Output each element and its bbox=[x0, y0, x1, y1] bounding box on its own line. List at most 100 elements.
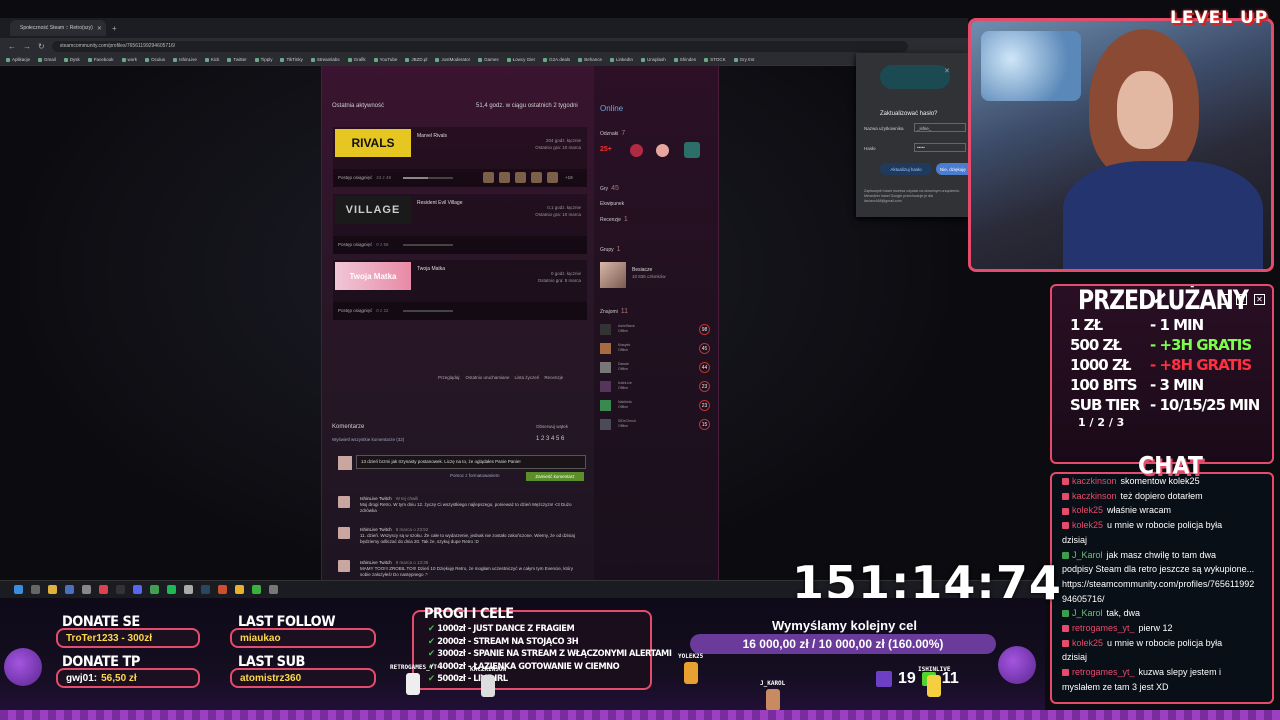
game-capsule[interactable]: VILLAGE bbox=[335, 196, 411, 224]
bookmark-item[interactable]: Games bbox=[478, 57, 499, 62]
comment-pagination[interactable]: 1 2 3 4 5 6 bbox=[536, 436, 564, 442]
taskbar-app-icon[interactable] bbox=[82, 585, 91, 594]
comment-input[interactable]: 13 dzień brzmi jak trzynasty postanowek.… bbox=[356, 455, 586, 469]
bookmark-item[interactable]: Gmail bbox=[38, 57, 56, 62]
bookmark-item[interactable]: IshinLive bbox=[173, 57, 197, 62]
friend-avatar[interactable] bbox=[600, 419, 611, 430]
new-tab-icon[interactable]: + bbox=[112, 24, 117, 33]
taskbar-app-icon[interactable] bbox=[269, 585, 278, 594]
bookmark-item[interactable]: TikTinky bbox=[280, 57, 302, 62]
friend-avatar[interactable] bbox=[600, 400, 611, 411]
password-field[interactable]: ••••• bbox=[914, 143, 966, 152]
chrome-icon[interactable] bbox=[235, 585, 244, 594]
bookmark-item[interactable]: LinkedIn bbox=[610, 57, 633, 62]
inventory-link[interactable]: Ekwipunek bbox=[600, 201, 624, 207]
taskbar-app-icon[interactable] bbox=[65, 585, 74, 594]
folder-icon[interactable] bbox=[48, 585, 57, 594]
game-capsule[interactable]: RIVALS bbox=[335, 129, 411, 157]
friend-avatar[interactable] bbox=[600, 381, 611, 392]
taskbar-app-icon[interactable] bbox=[99, 585, 108, 594]
bookmark-item[interactable]: Grafik bbox=[348, 57, 366, 62]
badge-icon-3[interactable] bbox=[684, 142, 700, 158]
recently-played-link[interactable]: Ostatnio uruchamiane bbox=[466, 375, 510, 380]
close-icon[interactable]: ✕ bbox=[944, 67, 950, 75]
achievement-icon[interactable] bbox=[531, 172, 542, 183]
subscribe-thread[interactable]: Obserwuj wątek bbox=[536, 424, 568, 429]
comment-avatar[interactable] bbox=[338, 560, 350, 572]
achievement-more[interactable]: +19 bbox=[565, 175, 573, 180]
comment-author[interactable]: IshinLive Twitch bbox=[360, 527, 392, 532]
bookmark-item[interactable]: Facebook bbox=[88, 57, 114, 62]
friend-item[interactable]: IshinLive Offline 23 bbox=[600, 381, 712, 393]
forward-icon[interactable]: → bbox=[23, 42, 31, 51]
bookmark-item[interactable]: Kick bbox=[205, 57, 220, 62]
close-icon[interactable]: ✕ bbox=[97, 25, 102, 32]
badge-icon-1[interactable] bbox=[630, 144, 643, 157]
game-capsule[interactable]: Twoja Matka bbox=[335, 262, 411, 290]
back-icon[interactable]: ← bbox=[8, 42, 16, 51]
taskbar-app-icon[interactable] bbox=[184, 585, 193, 594]
bookmark-item[interactable]: Tipply bbox=[255, 57, 273, 62]
bookmark-item[interactable]: JustModerator bbox=[435, 57, 470, 62]
bookmark-item[interactable]: Gry tmt bbox=[734, 57, 755, 62]
bookmark-item[interactable]: Oculus bbox=[145, 57, 165, 62]
bookmark-item[interactable]: Łowcy Gier bbox=[507, 57, 536, 62]
comment-author[interactable]: IshinLive Twitch bbox=[360, 496, 392, 501]
group-name[interactable]: Besiacze bbox=[632, 267, 652, 273]
reviews-link[interactable]: Recenzje bbox=[544, 375, 563, 380]
bookmark-item[interactable]: STOCK bbox=[704, 57, 725, 62]
url-input[interactable]: steamcommunity.com/profiles/765611992946… bbox=[51, 40, 908, 52]
taskbar-app-icon[interactable] bbox=[31, 585, 40, 594]
friend-item[interactable]: Dawde Offline 44 bbox=[600, 362, 712, 374]
steam-icon[interactable] bbox=[201, 585, 210, 594]
bookmark-item[interactable]: work bbox=[122, 57, 138, 62]
bookmark-item[interactable]: Aplikacje bbox=[6, 57, 30, 62]
start-icon[interactable] bbox=[14, 585, 23, 594]
show-all-comments-link[interactable]: Wyświetl wszystkie komentarze (32) bbox=[332, 437, 404, 442]
games-stat[interactable]: Gry 45 bbox=[600, 185, 619, 192]
username-field[interactable]: _ishie_ bbox=[914, 123, 966, 132]
comment-author[interactable]: IshinLive Twitch bbox=[360, 560, 392, 565]
discord-icon[interactable] bbox=[133, 585, 142, 594]
comment-avatar[interactable] bbox=[338, 527, 350, 539]
game-entry[interactable]: RIVALS Marvel Rivals 204 godz. łącznie Osta… bbox=[333, 127, 587, 187]
achievement-icon[interactable] bbox=[547, 172, 558, 183]
reviews-stat[interactable]: Recenzje 1 bbox=[600, 216, 628, 223]
friend-avatar[interactable] bbox=[600, 343, 611, 354]
tab-steam-profile[interactable]: Społeczność Steam :: Retro(szy) ✕ bbox=[10, 20, 106, 36]
taskbar-app-icon[interactable] bbox=[150, 585, 159, 594]
bookmark-item[interactable]: Dysk bbox=[64, 57, 80, 62]
bookmark-item[interactable]: Behance bbox=[578, 57, 602, 62]
taskbar-app-icon[interactable] bbox=[116, 585, 125, 594]
badge-level[interactable]: 25+ bbox=[600, 146, 620, 160]
game-name[interactable]: Marvel Rivals bbox=[417, 133, 447, 139]
update-password-button[interactable]: Aktualizuj hasło bbox=[880, 163, 932, 175]
achievement-icon[interactable] bbox=[483, 172, 494, 183]
friend-avatar[interactable] bbox=[600, 324, 611, 335]
taskbar-app-icon[interactable] bbox=[218, 585, 227, 594]
format-help-link[interactable]: Pomoc z formatowaniem bbox=[450, 473, 500, 478]
reload-icon[interactable]: ↻ bbox=[38, 42, 45, 51]
spotify-icon[interactable] bbox=[167, 585, 176, 594]
friend-item[interactable]: Klasyek Offline 45 bbox=[600, 343, 712, 355]
achievement-icon[interactable] bbox=[515, 172, 526, 183]
taskbar-app-icon[interactable] bbox=[252, 585, 261, 594]
friend-avatar[interactable] bbox=[600, 362, 611, 373]
game-entry[interactable]: Twoja Matka Twoja Matka 0 godz. łącznie Ost… bbox=[333, 260, 587, 320]
bookmark-item[interactable]: Streamlabs bbox=[311, 57, 340, 62]
friend-item[interactable]: SiDeChmol Offline 15 bbox=[600, 419, 712, 431]
wishlist-link[interactable]: Lista życzeń bbox=[515, 375, 540, 380]
groups-stat[interactable]: Grupy 1 bbox=[600, 246, 621, 253]
post-comment-button[interactable]: Zamieść komentarz bbox=[526, 472, 584, 481]
bookmark-item[interactable]: Twitter bbox=[227, 57, 246, 62]
achievement-icon[interactable] bbox=[499, 172, 510, 183]
friend-item[interactable]: Nakibela Offline 23 bbox=[600, 400, 712, 412]
game-entry[interactable]: VILLAGE Resident Evil Village 0,1 godz. łą… bbox=[333, 194, 587, 254]
game-name[interactable]: Twoja Matka bbox=[417, 266, 445, 272]
bookmark-item[interactable]: Unsplash bbox=[641, 57, 666, 62]
group-avatar[interactable] bbox=[600, 262, 626, 288]
bookmark-item[interactable]: G2A.deals bbox=[543, 57, 570, 62]
bookmark-item[interactable]: JBZD.pl bbox=[405, 57, 427, 62]
badge-icon-2[interactable] bbox=[656, 144, 669, 157]
game-name[interactable]: Resident Evil Village bbox=[417, 200, 463, 206]
